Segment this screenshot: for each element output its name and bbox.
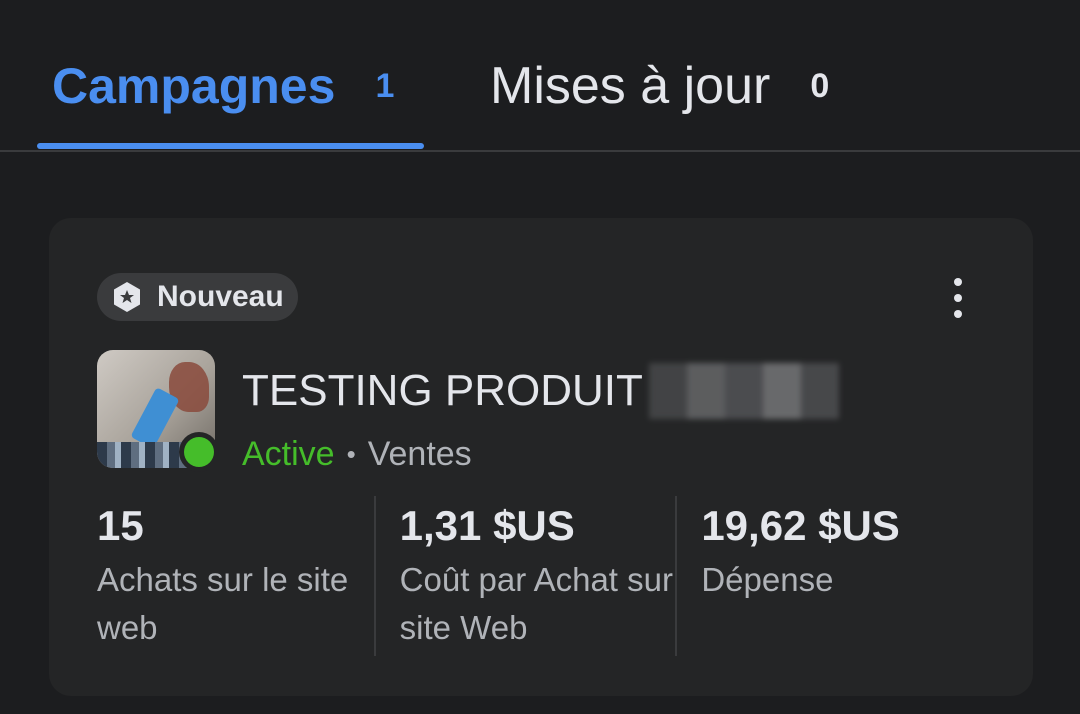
metric-label: Dépense	[701, 561, 834, 598]
metric-label: Coût par Achat sur site Web	[399, 561, 673, 646]
campaign-objective: Ventes	[367, 435, 472, 473]
tab-label: Mises à jour	[490, 57, 771, 115]
campaign-name-text: TESTING PRODUIT	[242, 366, 643, 415]
campaign-name[interactable]: TESTING PRODUIT	[242, 363, 839, 419]
metric-value: 1,31 $US	[399, 502, 575, 549]
badge-label: Nouveau	[157, 280, 284, 313]
metric-label: Achats sur le site web	[97, 561, 349, 646]
metrics-row: 15 Achats sur le site web 1,31 $US Coût …	[97, 496, 977, 656]
tab-mises-a-jour[interactable]: Mises à jour 0	[490, 52, 829, 120]
metric-cost-per-purchase: 1,31 $US Coût par Achat sur site Web	[373, 496, 676, 656]
tab-count: 1	[375, 67, 395, 105]
campaign-status: Active	[242, 435, 335, 473]
tab-bar: Campagnes 1 Mises à jour 0	[0, 0, 1080, 152]
redacted-text	[648, 363, 839, 419]
metric-value: 15	[97, 502, 144, 549]
new-badge: Nouveau	[97, 273, 298, 321]
status-indicator-dot	[179, 432, 219, 472]
metric-purchases: 15 Achats sur le site web	[97, 496, 374, 656]
metric-spend: 19,62 $US Dépense	[675, 496, 977, 656]
separator: •	[346, 439, 356, 469]
more-vertical-icon[interactable]	[943, 276, 973, 320]
tab-campagnes[interactable]: Campagnes 1	[52, 52, 394, 120]
tab-label: Campagnes	[52, 58, 336, 114]
campaign-card[interactable]: Nouveau TESTING PRODUIT Active • Ventes …	[49, 218, 1033, 696]
metric-value: 19,62 $US	[701, 502, 900, 549]
badge-star-icon	[114, 282, 140, 312]
tab-count: 0	[810, 67, 830, 105]
active-tab-indicator	[37, 143, 424, 149]
campaign-subline: Active • Ventes	[242, 432, 472, 476]
